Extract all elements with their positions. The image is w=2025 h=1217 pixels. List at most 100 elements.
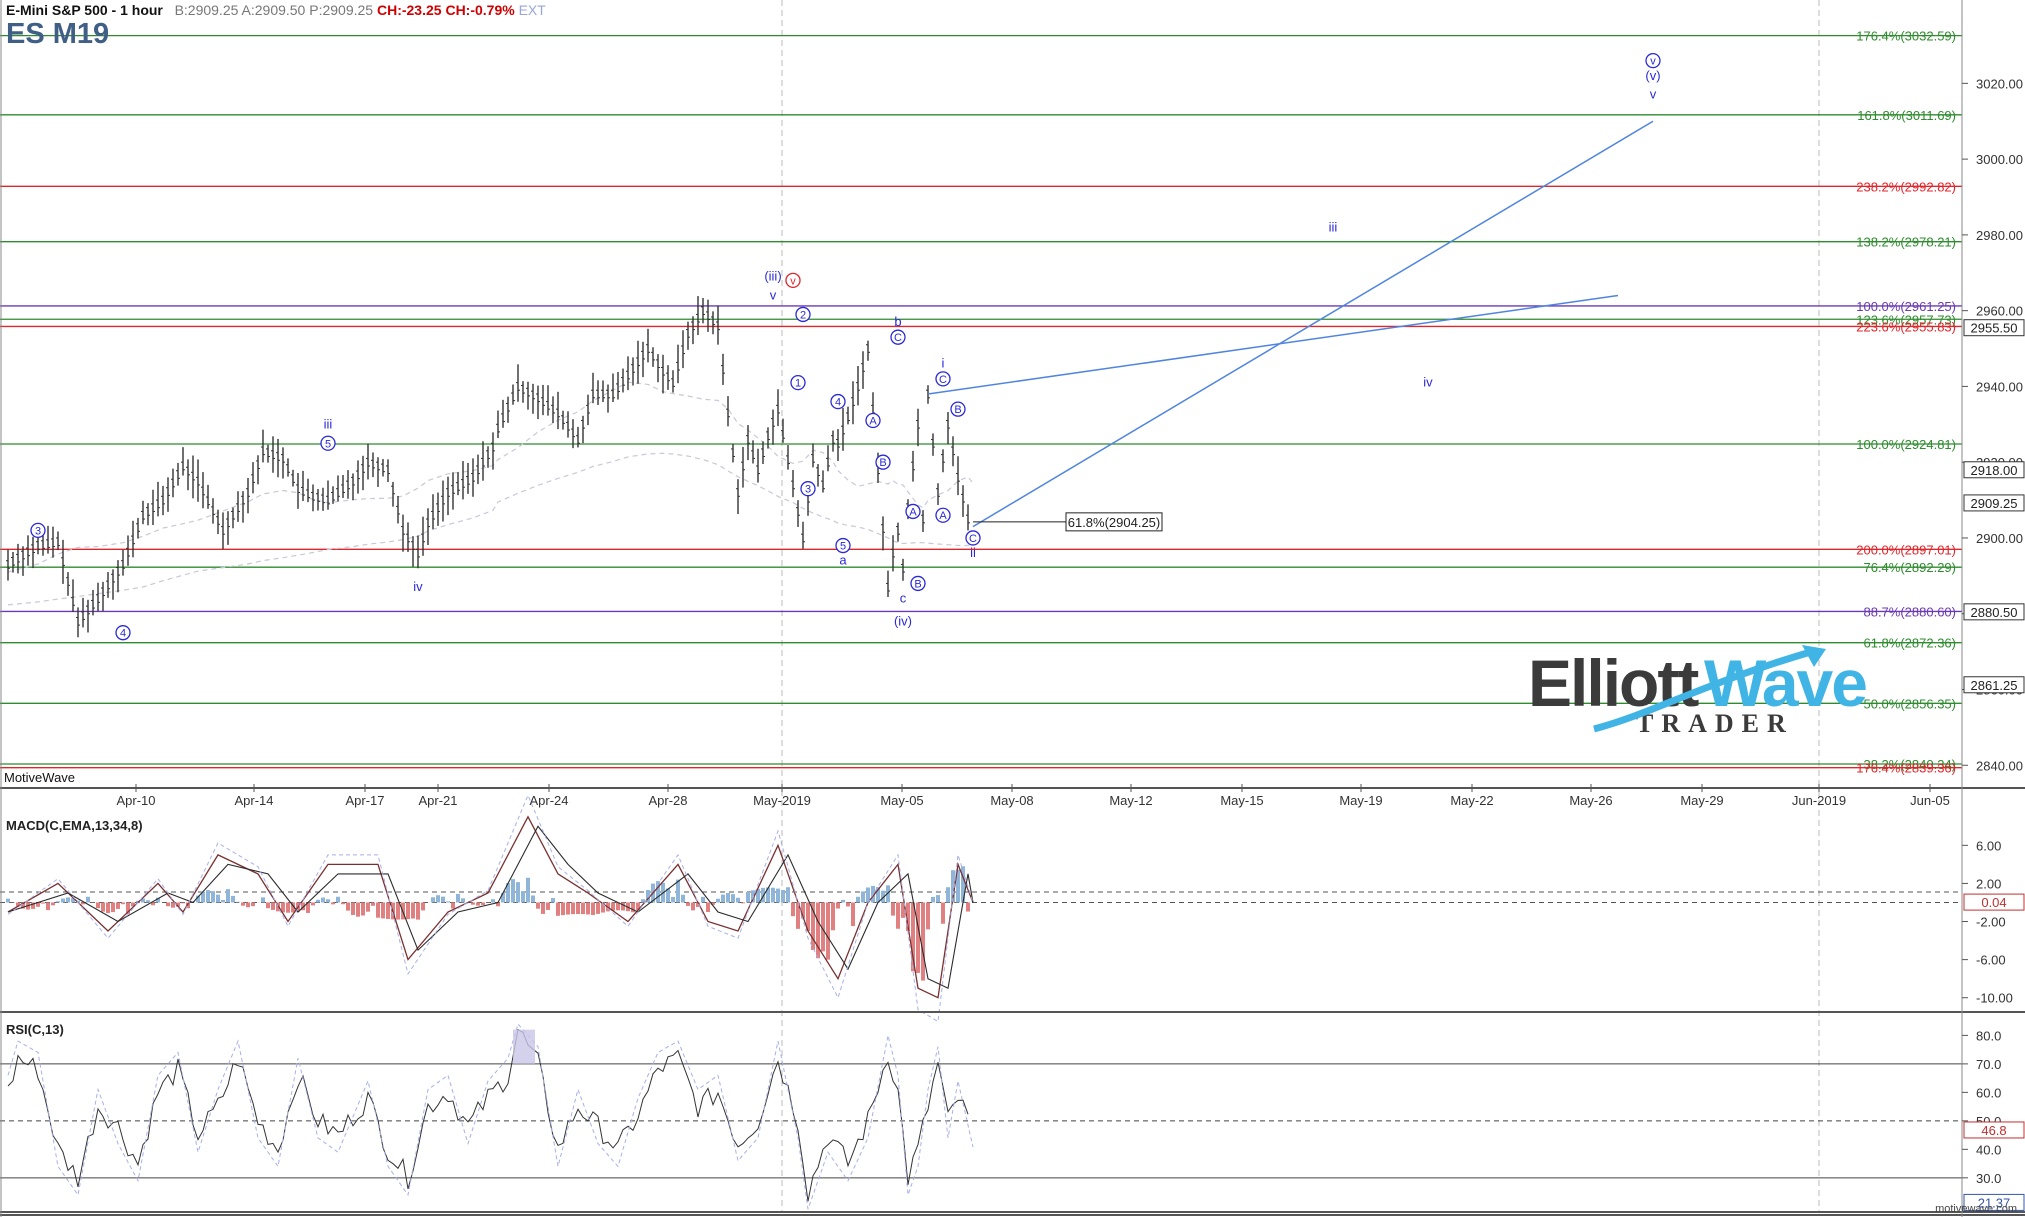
macd-histogram-bar bbox=[66, 897, 70, 903]
y-tick-label: 2840.00 bbox=[1976, 758, 2023, 773]
wave-label: B bbox=[914, 578, 921, 590]
macd-histogram-bar bbox=[596, 902, 600, 914]
macd-y-label: 6.00 bbox=[1976, 838, 2001, 853]
y-tick-label: 2980.00 bbox=[1976, 228, 2023, 243]
macd-histogram-bar bbox=[896, 902, 900, 929]
macd-histogram-bar bbox=[431, 897, 435, 903]
macd-histogram-bar bbox=[861, 891, 865, 903]
macd-histogram-bar bbox=[481, 902, 485, 905]
macd-histogram-bar bbox=[6, 898, 10, 903]
macd-histogram-bar bbox=[321, 897, 325, 903]
x-tick-label: May-26 bbox=[1569, 793, 1612, 808]
wave-label: 5 bbox=[840, 541, 846, 553]
macd-histogram-bar bbox=[461, 898, 465, 903]
macd-histogram-bar bbox=[456, 893, 460, 903]
fib-level-label: 238.2%(2992.82) bbox=[1856, 179, 1956, 194]
wave-label: v bbox=[1650, 56, 1656, 68]
macd-histogram-bar bbox=[111, 902, 115, 913]
macd-histogram-bar bbox=[656, 881, 660, 903]
macd-histogram-bar bbox=[241, 902, 245, 906]
fib-level-label: 100.0%(2924.81) bbox=[1856, 437, 1956, 452]
macd-histogram-bar bbox=[491, 899, 495, 903]
macd-histogram-bar bbox=[686, 902, 690, 906]
macd-histogram-bar bbox=[86, 896, 90, 903]
rsi-band-line bbox=[7, 1022, 974, 1210]
macd-y-label: -6.00 bbox=[1976, 953, 2006, 968]
rsi-y-label: 40.0 bbox=[1976, 1142, 2001, 1157]
rsi-y-label: 70.0 bbox=[1976, 1057, 2001, 1072]
wave-label: 1 bbox=[795, 378, 801, 390]
x-tick-label: May-19 bbox=[1339, 793, 1382, 808]
macd-y-label: -10.00 bbox=[1976, 991, 2013, 1006]
wave-label: B bbox=[879, 457, 886, 469]
macd-histogram-bar bbox=[571, 902, 575, 915]
quote-readout: B:2909.25 A:2909.50 P:2909.25 bbox=[174, 2, 374, 18]
x-tick-label: May-15 bbox=[1220, 793, 1263, 808]
macd-histogram-bar bbox=[356, 902, 360, 917]
macd-histogram-bar bbox=[541, 902, 545, 914]
fib-level-label: 88.7%(2880.60) bbox=[1863, 604, 1956, 619]
macd-histogram-bar bbox=[771, 887, 775, 903]
macd-histogram-bar bbox=[286, 902, 290, 913]
wave-label: ii bbox=[970, 545, 976, 560]
wave-label: (iii) bbox=[764, 269, 781, 284]
macd-histogram-bar bbox=[536, 902, 540, 909]
chart-header: E-Mini S&P 500 - 1 hour B:2909.25 A:2909… bbox=[6, 2, 546, 18]
wave-label: 3 bbox=[805, 484, 811, 496]
macd-histogram-bar bbox=[441, 896, 445, 903]
session-label: EXT bbox=[518, 2, 546, 18]
rsi-marker-label: 46.8 bbox=[1981, 1123, 2006, 1138]
macd-histogram-bar bbox=[531, 895, 535, 903]
macd-histogram-bar bbox=[246, 902, 250, 908]
wave-label: 3 bbox=[35, 525, 41, 537]
price-marker-label: 2955.50 bbox=[1971, 321, 2018, 336]
macd-histogram-bar bbox=[41, 902, 45, 904]
wave-label: v bbox=[770, 288, 777, 303]
wave-label: iv bbox=[413, 579, 423, 594]
macd-histogram-bar bbox=[396, 902, 400, 920]
macd-histogram-bar bbox=[331, 902, 335, 905]
macd-histogram-bar bbox=[921, 902, 925, 981]
rsi-y-label: 80.0 bbox=[1976, 1028, 2001, 1043]
wave-label: C bbox=[894, 332, 902, 344]
macd-histogram-bar bbox=[181, 902, 185, 904]
rsi-y-label: 60.0 bbox=[1976, 1085, 2001, 1100]
macd-histogram-bar bbox=[446, 901, 450, 903]
macd-histogram-bar bbox=[966, 902, 970, 912]
change-readout: CH:-23.25 bbox=[376, 2, 442, 18]
rsi-y-label: 30.0 bbox=[1976, 1171, 2001, 1186]
wave-label: v bbox=[1650, 87, 1657, 102]
symbol-label: ES M19 bbox=[6, 18, 110, 50]
wave-label: 2 bbox=[800, 309, 806, 321]
elliott-wave-trader-logo: Elliott Wave TRADER bbox=[1528, 643, 1868, 743]
fib-level-label: 200.0%(2897.01) bbox=[1856, 542, 1956, 557]
wave-label: A bbox=[939, 510, 947, 522]
macd-histogram-bar bbox=[116, 902, 120, 909]
fib-level-label: 61.8%(2872.36) bbox=[1863, 636, 1956, 651]
macd-histogram-bar bbox=[51, 902, 55, 906]
wave-label: (v) bbox=[1645, 68, 1660, 83]
macd-y-label: 2.00 bbox=[1976, 876, 2001, 891]
wave-label: iv bbox=[1423, 375, 1433, 390]
macd-histogram-bar bbox=[326, 899, 330, 903]
wave-label: C bbox=[939, 374, 947, 386]
retracement-label: 61.8%(2904.25) bbox=[1068, 515, 1161, 530]
wave-label: iii bbox=[324, 416, 333, 431]
macd-histogram-bar bbox=[271, 902, 275, 910]
y-tick-label: 2940.00 bbox=[1976, 379, 2023, 394]
macd-histogram-bar bbox=[61, 898, 65, 903]
x-tick-label: May-2019 bbox=[753, 793, 811, 808]
macd-histogram-bar bbox=[146, 900, 150, 903]
macd-histogram-bar bbox=[226, 889, 230, 903]
x-tick-label: May-22 bbox=[1450, 793, 1493, 808]
macd-histogram-bar bbox=[421, 902, 425, 911]
macd-histogram-bar bbox=[826, 902, 830, 960]
macd-histogram-bar bbox=[216, 894, 220, 903]
macd-histogram-bar bbox=[836, 902, 840, 909]
macd-histogram-bar bbox=[266, 902, 270, 909]
macd-histogram-bar bbox=[171, 902, 175, 908]
fib-level-label: 161.8%(3011.69) bbox=[1857, 108, 1956, 123]
macd-histogram-bar bbox=[166, 902, 170, 907]
wave-label: 4 bbox=[120, 628, 126, 640]
macd-histogram-bar bbox=[336, 896, 340, 903]
